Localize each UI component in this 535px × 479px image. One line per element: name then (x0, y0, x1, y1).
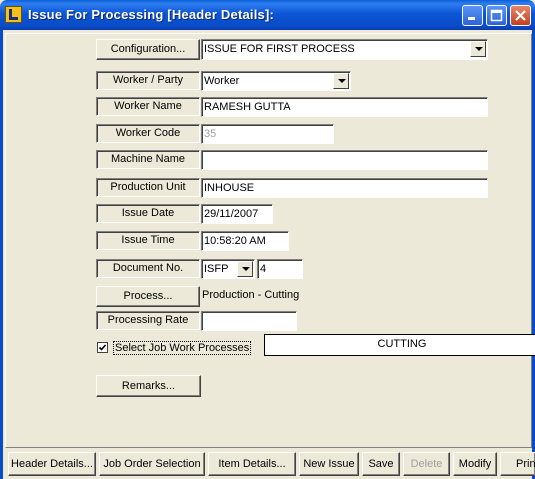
processing-rate-label: Processing Rate (96, 311, 200, 330)
maximize-button[interactable] (486, 5, 507, 26)
job-work-checkbox[interactable] (97, 342, 108, 353)
print-button[interactable]: Prin (500, 452, 535, 476)
worker-name-field[interactable]: RAMESH GUTTA (201, 97, 488, 117)
delete-button[interactable]: Delete (403, 452, 450, 476)
processing-rate-field[interactable] (201, 311, 297, 331)
process-value: Production - Cutting (202, 289, 300, 301)
configuration-button[interactable]: Configuration... (96, 39, 200, 60)
chevron-down-icon[interactable] (333, 73, 349, 89)
issue-time-label: Issue Time (96, 231, 200, 250)
worker-party-label: Worker / Party (96, 71, 200, 90)
minimize-icon (468, 17, 475, 20)
document-prefix-value: ISFP (204, 263, 229, 275)
production-unit-label: Production Unit (96, 178, 200, 197)
issue-time-field[interactable]: 10:58:20 AM (201, 231, 289, 251)
worker-code-label: Worker Code (96, 124, 200, 143)
close-icon (515, 10, 526, 21)
minimize-button[interactable] (462, 5, 483, 26)
machine-name-label: Machine Name (96, 150, 200, 169)
window-title: Issue For Processing [Header Details]: (28, 7, 275, 22)
configuration-value: ISSUE FOR FIRST PROCESS (204, 43, 355, 55)
document-no-label: Document No. (96, 259, 200, 278)
machine-name-field[interactable] (201, 150, 488, 170)
close-button[interactable] (510, 5, 531, 26)
process-button[interactable]: Process... (96, 286, 200, 307)
modify-button[interactable]: Modify (453, 452, 497, 476)
item-details-button[interactable]: Item Details... (208, 452, 296, 476)
worker-name-label: Worker Name (96, 97, 200, 116)
app-icon (5, 6, 22, 23)
document-number-field[interactable]: 4 (257, 259, 303, 279)
configuration-select[interactable]: ISSUE FOR FIRST PROCESS (201, 39, 488, 60)
worker-party-select[interactable]: Worker (201, 71, 351, 91)
job-work-selected-box[interactable]: CUTTING (264, 334, 535, 356)
job-order-selection-button[interactable]: Job Order Selection (99, 452, 205, 476)
checkmark-icon (98, 344, 107, 351)
title-bar[interactable]: Issue For Processing [Header Details]: (0, 0, 535, 30)
worker-party-value: Worker (204, 75, 240, 87)
job-work-label[interactable]: Select Job Work Processes (113, 341, 252, 355)
issue-date-field[interactable]: 29/11/2007 (201, 204, 273, 224)
issue-date-label: Issue Date (96, 204, 200, 223)
maximize-icon (490, 9, 503, 22)
header-details-button[interactable]: Header Details... (8, 452, 96, 476)
chevron-down-icon[interactable] (237, 261, 253, 277)
new-issue-button[interactable]: New Issue (299, 452, 359, 476)
production-unit-field[interactable]: INHOUSE (201, 178, 488, 198)
document-prefix-select[interactable]: ISFP (201, 259, 255, 279)
worker-code-field[interactable]: 35 (201, 124, 334, 144)
remarks-button[interactable]: Remarks... (96, 375, 201, 397)
chevron-down-icon[interactable] (470, 41, 486, 57)
save-button[interactable]: Save (362, 452, 400, 476)
